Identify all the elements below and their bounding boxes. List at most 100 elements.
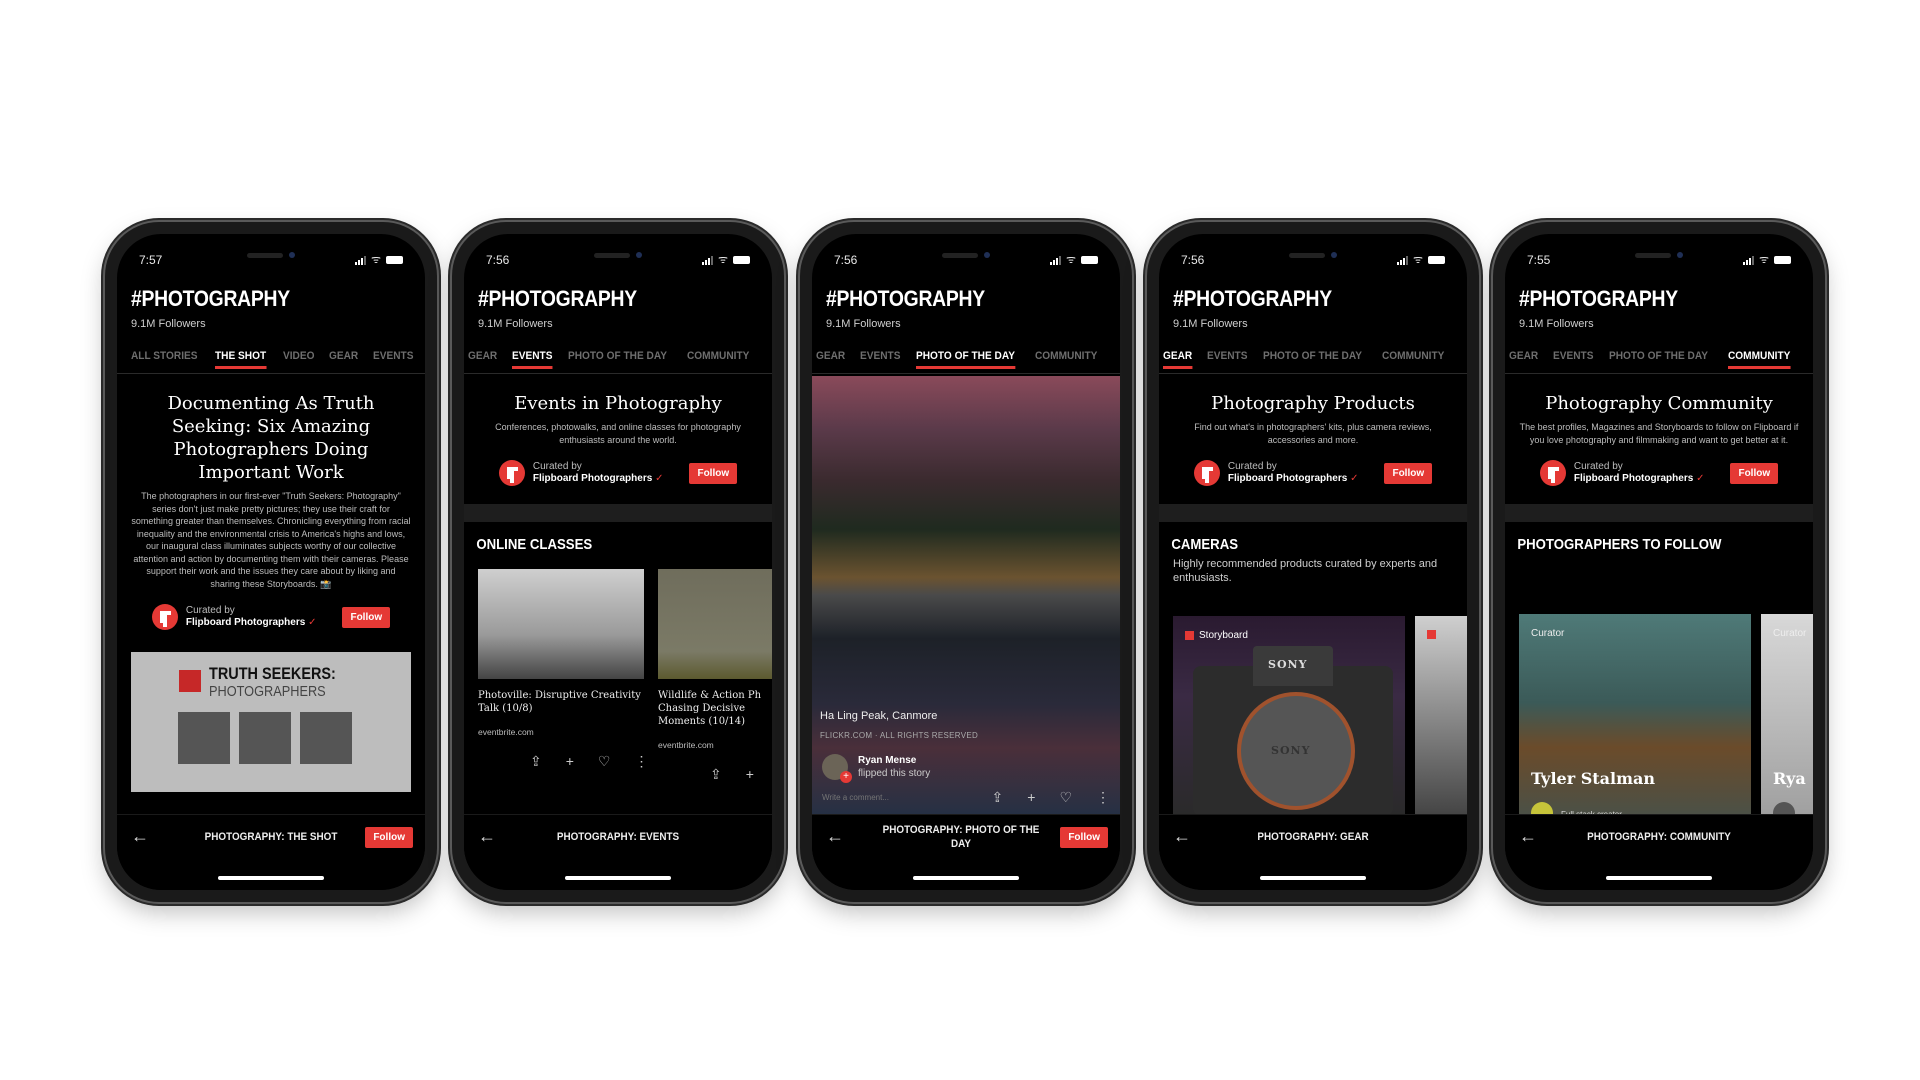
status-icons: ᯤ xyxy=(1049,254,1098,266)
bottom-title: PHOTOGRAPHY: GEAR xyxy=(1257,831,1369,843)
screen: 7:57 ᯤ #PHOTOGRAPHY 9.1M Followers ALL S… xyxy=(117,234,425,890)
curated-by-label: Curated by xyxy=(1573,461,1623,472)
tab-video[interactable]: VIDEO xyxy=(283,350,314,368)
storyboard-text: Storyboard xyxy=(1199,630,1248,641)
home-indicator[interactable] xyxy=(1606,876,1712,880)
back-arrow-icon[interactable]: ← xyxy=(478,826,496,847)
status-icons: ᯤ xyxy=(354,254,403,266)
add-icon[interactable]: + xyxy=(566,753,574,770)
storyboard-card[interactable]: SONY SONY Storyboard xyxy=(1173,616,1405,814)
tab-gear[interactable]: GEAR xyxy=(1509,350,1538,368)
status-icons: ᯤ xyxy=(1396,253,1445,266)
tab-photo-of-the-day[interactable]: PHOTO OF THE DAY xyxy=(568,350,667,368)
storyboard-card-partial[interactable] xyxy=(1415,616,1467,814)
tab-events[interactable]: EVENTS xyxy=(1207,350,1247,368)
follow-button[interactable]: Follow xyxy=(342,606,391,628)
home-indicator[interactable] xyxy=(913,876,1019,880)
tab-events[interactable]: EVENTS xyxy=(511,350,553,369)
tab-photo-of-the-day[interactable]: PHOTO OF THE DAY xyxy=(1609,350,1708,368)
storyboard-label: Storyboard xyxy=(1185,630,1248,641)
tab-the-shot[interactable]: THE SHOT xyxy=(215,350,267,369)
bottom-bar: ← PHOTOGRAPHY: GEAR xyxy=(1159,814,1467,890)
comment-row: ⇪ + ♡ ⋮ xyxy=(822,789,1110,806)
tab-all-stories[interactable]: ALL STORIES xyxy=(131,350,198,368)
bottom-bar: ← PHOTOGRAPHY: PHOTO OF THE DAY Follow xyxy=(812,814,1120,890)
share-icon[interactable]: ⇪ xyxy=(992,789,1004,806)
verified-check-icon: ✓ xyxy=(655,473,664,484)
curator-text[interactable]: Curated by Flipboard Photographers ✓ xyxy=(1574,461,1705,485)
like-icon[interactable]: ♡ xyxy=(598,753,611,770)
wifi-icon: ᯤ xyxy=(717,253,728,266)
signal-icon xyxy=(701,255,713,265)
avatar xyxy=(1531,802,1553,814)
home-indicator[interactable] xyxy=(565,876,671,880)
topic-title: #PHOTOGRAPHY xyxy=(478,286,637,311)
event-card[interactable]: Wildlife & Action Ph Chasing Decisive Mo… xyxy=(658,569,772,783)
wifi-icon: ᯤ xyxy=(1412,253,1423,266)
photographer-card-partial[interactable]: Curator Rya xyxy=(1761,614,1813,814)
event-source: eventbrite.com xyxy=(478,727,534,737)
share-icon[interactable]: ⇪ xyxy=(530,753,542,770)
more-icon[interactable]: ⋮ xyxy=(634,753,648,770)
phone-events: 7:56 ᯤ #PHOTOGRAPHY 9.1M Followers GEAR E… xyxy=(452,222,784,902)
add-icon[interactable]: + xyxy=(746,766,754,783)
tab-gear[interactable]: GEAR xyxy=(1163,350,1192,369)
portrait xyxy=(178,712,230,764)
curator-text[interactable]: Curated by Flipboard Photographers ✓ xyxy=(186,605,317,629)
tab-photo-of-the-day[interactable]: PHOTO OF THE DAY xyxy=(915,350,1015,369)
photo-credit[interactable]: FLICKR.COM · ALL RIGHTS RESERVED xyxy=(820,731,978,740)
storyboard-label xyxy=(1427,630,1436,639)
curator-row: Curated by Flipboard Photographers ✓ Fol… xyxy=(1505,446,1813,486)
home-indicator[interactable] xyxy=(1260,876,1366,880)
photographer-name: Rya xyxy=(1773,769,1806,788)
camera-brand: SONY xyxy=(1268,658,1308,671)
comment-input[interactable] xyxy=(822,793,932,802)
back-arrow-icon[interactable]: ← xyxy=(826,826,844,847)
photographer-card[interactable]: Curator Tyler Stalman Full stack creator xyxy=(1519,614,1751,814)
follow-button[interactable]: Follow xyxy=(1060,827,1108,848)
more-icon[interactable]: ⋮ xyxy=(1096,789,1110,806)
tab-events[interactable]: EVENTS xyxy=(373,350,413,368)
curator-name: Flipboard Photographers xyxy=(1227,473,1348,484)
tab-community[interactable]: COMMUNITY xyxy=(1035,350,1097,368)
tab-events[interactable]: EVENTS xyxy=(860,350,900,368)
tab-gear[interactable]: GEAR xyxy=(468,350,497,368)
tab-community[interactable]: COMMUNITY xyxy=(687,350,749,368)
follow-button[interactable]: Follow xyxy=(689,462,738,484)
portrait xyxy=(239,712,291,764)
bottom-bar: ← PHOTOGRAPHY: EVENTS xyxy=(464,814,772,890)
story-description: The photographers in our first-ever "Tru… xyxy=(131,491,411,589)
event-card[interactable]: Photoville: Disruptive Creativity Talk (… xyxy=(478,569,648,783)
avatar xyxy=(1773,802,1795,814)
event-title: Wildlife & Action Ph Chasing Decisive Mo… xyxy=(658,690,762,727)
battery-icon xyxy=(1774,256,1791,264)
back-arrow-icon[interactable]: ← xyxy=(1173,826,1191,847)
add-icon[interactable]: + xyxy=(1027,789,1035,806)
tab-photo-of-the-day[interactable]: PHOTO OF THE DAY xyxy=(1263,350,1362,368)
truth-seekers-image[interactable]: TRUTH SEEKERS: PHOTOGRAPHERS xyxy=(131,652,411,792)
status-time: 7:55 xyxy=(1527,253,1551,267)
follow-button[interactable]: Follow xyxy=(365,827,413,848)
story-title[interactable]: Documenting As Truth Seeking: Six Amazin… xyxy=(117,376,425,484)
share-icon[interactable]: ⇪ xyxy=(710,766,722,783)
tab-events[interactable]: EVENTS xyxy=(1553,350,1593,368)
like-icon[interactable]: ♡ xyxy=(1059,789,1072,806)
back-arrow-icon[interactable]: ← xyxy=(131,826,149,847)
home-indicator[interactable] xyxy=(218,876,324,880)
photo-of-the-day-image[interactable] xyxy=(812,376,1120,814)
wifi-icon: ᯤ xyxy=(1758,253,1769,266)
back-arrow-icon[interactable]: ← xyxy=(1519,826,1537,847)
tab-community[interactable]: COMMUNITY xyxy=(1382,350,1444,368)
phone-gear: 7:56 ᯤ #PHOTOGRAPHY 9.1M Followers GEAR E… xyxy=(1147,222,1479,902)
tab-gear[interactable]: GEAR xyxy=(329,350,358,368)
follow-button[interactable]: Follow xyxy=(1384,462,1433,484)
flipper-row[interactable]: + Ryan Mense flipped this story xyxy=(822,754,930,783)
status-bar: 7:56 ᯤ xyxy=(1181,252,1445,268)
tab-gear[interactable]: GEAR xyxy=(816,350,845,368)
status-bar: 7:56 ᯤ xyxy=(486,252,750,268)
curator-text[interactable]: Curated by Flipboard Photographers ✓ xyxy=(533,461,664,485)
curator-text[interactable]: Curated by Flipboard Photographers ✓ xyxy=(1228,461,1359,485)
status-bar: 7:55 ᯤ xyxy=(1527,252,1791,268)
tab-community[interactable]: COMMUNITY xyxy=(1728,350,1791,369)
follow-button[interactable]: Follow xyxy=(1730,462,1779,484)
